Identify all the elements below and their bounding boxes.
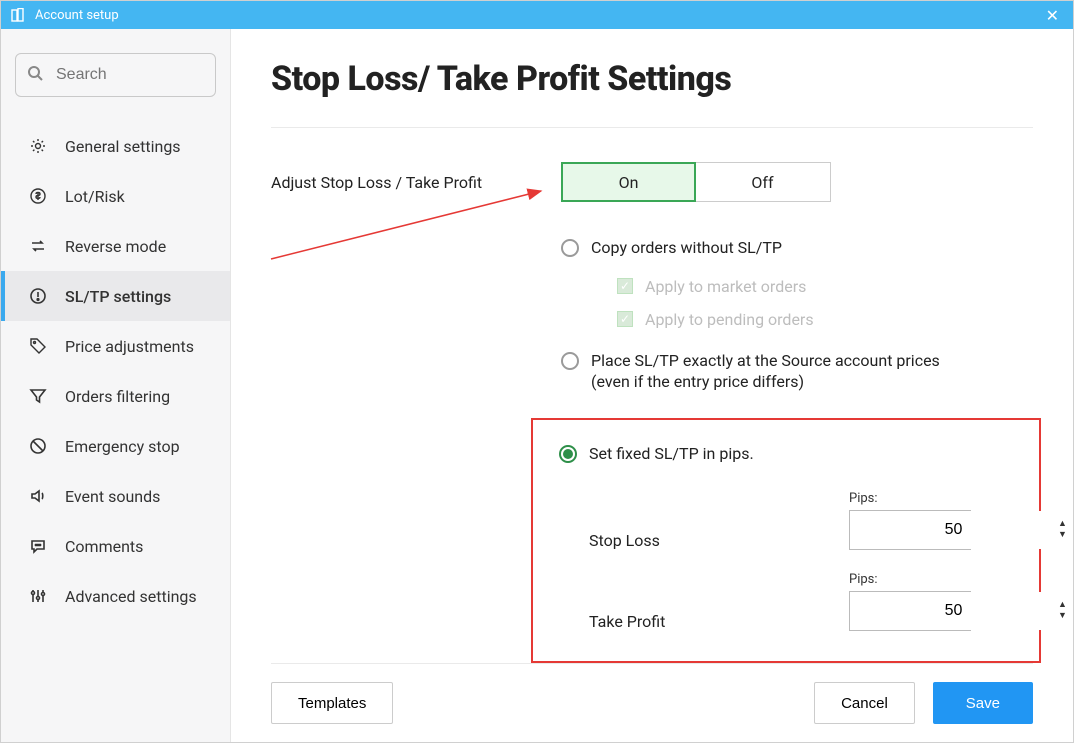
take-profit-stepper: ▲ ▼: [849, 591, 971, 631]
suboption-label: Apply to market orders: [645, 277, 806, 296]
stop-loss-stepper: ▲ ▼: [849, 510, 971, 550]
sidebar-item-reverse-mode[interactable]: Reverse mode: [1, 221, 230, 271]
sidebar-item-label: Reverse mode: [65, 237, 166, 256]
sidebar-item-sltp-settings[interactable]: SL/TP settings: [1, 271, 230, 321]
tag-icon: [29, 337, 51, 355]
sound-icon: [29, 487, 51, 505]
ban-icon: [29, 437, 51, 455]
option-copy-without-sltp[interactable]: Copy orders without SL/TP: [561, 238, 1033, 259]
gear-icon: [29, 137, 51, 155]
sidebar-item-label: SL/TP settings: [65, 287, 171, 306]
reverse-icon: [29, 237, 51, 255]
footer: Templates Cancel Save: [271, 663, 1033, 742]
step-down-icon[interactable]: ▼: [1058, 611, 1067, 622]
checkbox-icon: ✓: [617, 278, 633, 294]
close-icon[interactable]: ✕: [1042, 6, 1063, 25]
pips-label: Pips:: [849, 491, 971, 506]
option-label-line2: (even if the entry price differs): [591, 372, 804, 391]
on-off-toggle: On Off: [561, 162, 831, 202]
main-panel: Stop Loss/ Take Profit Settings Adjust S…: [231, 29, 1073, 742]
templates-button[interactable]: Templates: [271, 682, 393, 724]
take-profit-label: Take Profit: [589, 612, 849, 631]
sidebar: General settings Lot/Risk Reverse mode S…: [1, 29, 231, 742]
sidebar-item-advanced-settings[interactable]: Advanced settings: [1, 571, 230, 621]
search-input[interactable]: [15, 53, 216, 97]
take-profit-input[interactable]: [850, 592, 1057, 630]
stop-loss-row: Stop Loss Pips: ▲ ▼: [589, 491, 1013, 550]
option-fixed-pips[interactable]: Set fixed SL/TP in pips.: [559, 444, 1013, 465]
fixed-sltp-highlight: Set fixed SL/TP in pips. Stop Loss Pips:…: [531, 418, 1041, 663]
checkbox-icon: ✓: [617, 311, 633, 327]
window-body: General settings Lot/Risk Reverse mode S…: [1, 29, 1073, 742]
window-title: Account setup: [35, 8, 1042, 23]
sidebar-item-label: Lot/Risk: [65, 187, 125, 206]
filter-icon: [29, 387, 51, 405]
sidebar-item-comments[interactable]: Comments: [1, 521, 230, 571]
adjust-label: Adjust Stop Loss / Take Profit: [271, 173, 561, 192]
sidebar-item-label: Emergency stop: [65, 437, 180, 456]
titlebar: Account setup ✕: [1, 1, 1073, 29]
sidebar-item-label: Advanced settings: [65, 587, 197, 606]
sidebar-item-price-adjustments[interactable]: Price adjustments: [1, 321, 230, 371]
sidebar-item-emergency-stop[interactable]: Emergency stop: [1, 421, 230, 471]
radio-icon[interactable]: [561, 239, 579, 257]
radio-icon[interactable]: [559, 445, 577, 463]
cancel-button[interactable]: Cancel: [814, 682, 915, 724]
toggle-on[interactable]: On: [561, 162, 696, 202]
suboption-label: Apply to pending orders: [645, 310, 814, 329]
sidebar-nav: General settings Lot/Risk Reverse mode S…: [1, 121, 230, 621]
page-title: Stop Loss/ Take Profit Settings: [271, 59, 1033, 99]
sidebar-item-general-settings[interactable]: General settings: [1, 121, 230, 171]
sidebar-item-label: Orders filtering: [65, 387, 170, 406]
option-place-exact[interactable]: Place SL/TP exactly at the Source accoun…: [561, 351, 1033, 393]
copy-suboptions: ✓ Apply to market orders ✓ Apply to pend…: [617, 277, 1033, 329]
options-area: Copy orders without SL/TP ✓ Apply to mar…: [561, 238, 1033, 663]
step-up-icon[interactable]: ▲: [1058, 600, 1067, 611]
sidebar-item-label: Event sounds: [65, 487, 160, 506]
pips-block: Stop Loss Pips: ▲ ▼: [589, 491, 1013, 631]
option-label: Place SL/TP exactly at the Source accoun…: [591, 351, 940, 393]
search-icon: [27, 65, 43, 85]
sidebar-item-event-sounds[interactable]: Event sounds: [1, 471, 230, 521]
save-button[interactable]: Save: [933, 682, 1033, 724]
option-label: Set fixed SL/TP in pips.: [589, 444, 754, 465]
radio-icon[interactable]: [561, 352, 579, 370]
suboption-pending-orders: ✓ Apply to pending orders: [617, 310, 1033, 329]
stop-loss-input[interactable]: [850, 511, 1057, 549]
step-down-icon[interactable]: ▼: [1058, 530, 1067, 541]
sidebar-item-lot-risk[interactable]: Lot/Risk: [1, 171, 230, 221]
sidebar-item-label: Price adjustments: [65, 337, 194, 356]
dollar-circle-icon: [29, 187, 51, 205]
step-up-icon[interactable]: ▲: [1058, 519, 1067, 530]
take-profit-row: Take Profit Pips: ▲ ▼: [589, 572, 1013, 631]
alert-circle-icon: [29, 287, 51, 305]
toggle-off[interactable]: Off: [695, 163, 830, 201]
adjust-row: Adjust Stop Loss / Take Profit On Off: [271, 162, 1033, 202]
account-setup-window: Account setup ✕ General settings: [0, 0, 1074, 743]
sidebar-item-label: Comments: [65, 537, 143, 556]
sliders-icon: [29, 587, 51, 605]
sidebar-item-orders-filtering[interactable]: Orders filtering: [1, 371, 230, 421]
option-label: Copy orders without SL/TP: [591, 238, 782, 259]
suboption-market-orders: ✓ Apply to market orders: [617, 277, 1033, 296]
comment-icon: [29, 537, 51, 555]
option-label-line1: Place SL/TP exactly at the Source accoun…: [591, 351, 940, 370]
sidebar-item-label: General settings: [65, 137, 181, 156]
pips-label: Pips:: [849, 572, 971, 587]
divider: [271, 127, 1033, 128]
stop-loss-label: Stop Loss: [589, 531, 849, 550]
app-icon: [11, 8, 27, 22]
